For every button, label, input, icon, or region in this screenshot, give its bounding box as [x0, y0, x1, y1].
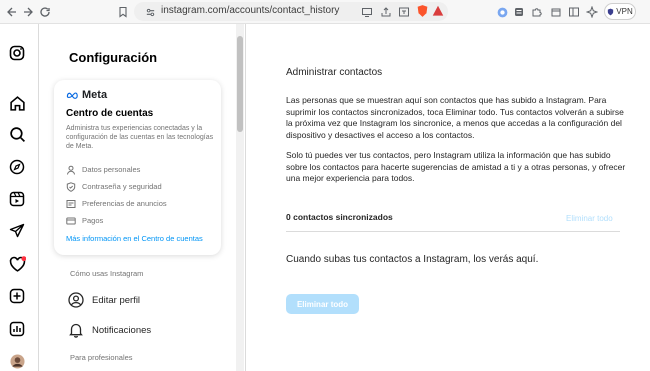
forward-icon[interactable]: [20, 4, 36, 20]
explore-icon[interactable]: [8, 158, 26, 176]
profile-icon: [68, 292, 84, 308]
search-icon[interactable]: [8, 125, 26, 143]
menu-item-edit-profile[interactable]: Editar perfil: [68, 291, 140, 309]
browser-toolbar: instagram.com/accounts/contact_history V…: [0, 0, 650, 24]
back-icon[interactable]: [4, 4, 20, 20]
menu-item-notifications[interactable]: Notificaciones: [68, 321, 151, 339]
profile-avatar[interactable]: [8, 352, 26, 370]
instagram-logo-icon[interactable]: [8, 44, 26, 62]
accounts-center-title: Centro de cuentas: [66, 108, 154, 119]
dashboard-icon[interactable]: [8, 320, 26, 338]
vpn-button[interactable]: VPN: [604, 3, 636, 20]
translate-icon[interactable]: [396, 4, 412, 20]
home-icon[interactable]: [8, 94, 26, 112]
cast-icon[interactable]: [359, 4, 375, 20]
meta-logo: Meta: [66, 89, 107, 101]
share-icon[interactable]: [378, 4, 394, 20]
settings-title: Configuración: [69, 50, 158, 65]
description-paragraph-2: Solo tú puedes ver tus contactos, pero I…: [286, 150, 626, 183]
section-how-you-use: Cómo usas Instagram: [70, 269, 144, 278]
extension-icon[interactable]: [494, 4, 510, 20]
description-paragraph-1: Las personas que se muestran aquí son co…: [286, 95, 624, 140]
bell-icon: [69, 323, 83, 338]
meta-infinity-icon: [66, 92, 78, 99]
delete-all-button[interactable]: Eliminar todo: [286, 294, 359, 314]
person-icon: [67, 165, 75, 175]
leo-ai-icon[interactable]: [584, 4, 600, 20]
accounts-center-description: Administra tus experiencias conectadas y…: [66, 125, 214, 150]
create-icon[interactable]: [8, 287, 26, 305]
meta-brand: Meta: [82, 89, 108, 101]
bookmark-icon[interactable]: [115, 4, 131, 20]
instagram-nav-rail: [0, 24, 39, 371]
url-text: instagram.com/accounts/contact_history: [161, 5, 340, 16]
brave-rewards-icon[interactable]: [430, 3, 446, 19]
reload-icon[interactable]: [37, 4, 53, 20]
shield-icon: [66, 181, 76, 192]
card-item-label: Preferencias de anuncios: [82, 199, 167, 208]
page-title: Administrar contactos: [286, 67, 383, 78]
card-item-ad-preferences[interactable]: Preferencias de anuncios: [66, 198, 167, 209]
reels-icon[interactable]: [8, 190, 26, 208]
notifications-heart-icon[interactable]: [8, 255, 26, 273]
card-item-payments[interactable]: Pagos: [66, 215, 103, 226]
sidebar-icon[interactable]: [566, 4, 582, 20]
divider: [286, 231, 620, 232]
card-item-label: Contraseña y seguridad: [82, 182, 162, 191]
vpn-shield-icon: [608, 8, 614, 15]
wallet-extension-icon[interactable]: [511, 4, 527, 20]
accounts-center-link[interactable]: Más información en el Centro de cuentas: [66, 234, 203, 243]
card-item-password-security[interactable]: Contraseña y seguridad: [66, 181, 162, 192]
ad-icon: [66, 199, 76, 208]
section-professionals: Para profesionales: [70, 353, 133, 362]
accounts-center-card[interactable]: Meta Centro de cuentas Administra tus ex…: [54, 80, 221, 255]
empty-state-text: Cuando subas tus contactos a Instagram, …: [286, 254, 539, 265]
card-item-label: Pagos: [82, 216, 104, 225]
card-item-label: Datos personales: [82, 165, 141, 174]
synced-contacts-count: 0 contactos sincronizados: [286, 212, 393, 222]
card-item-personal-data[interactable]: Datos personales: [66, 164, 140, 175]
settings-scrollbar-thumb[interactable]: [237, 36, 243, 132]
site-settings-icon[interactable]: [142, 4, 158, 20]
brave-shield-icon[interactable]: [414, 3, 430, 19]
delete-all-link[interactable]: Eliminar todo: [566, 214, 613, 223]
card-icon: [66, 217, 76, 224]
messages-icon[interactable]: [8, 222, 26, 240]
menu-item-label: Notificaciones: [92, 324, 152, 336]
download-icon[interactable]: [548, 4, 564, 20]
puzzle-icon[interactable]: [529, 4, 545, 20]
address-bar[interactable]: instagram.com/accounts/contact_history: [134, 2, 448, 21]
vpn-label: VPN: [616, 7, 633, 16]
menu-item-label: Editar perfil: [92, 294, 141, 306]
